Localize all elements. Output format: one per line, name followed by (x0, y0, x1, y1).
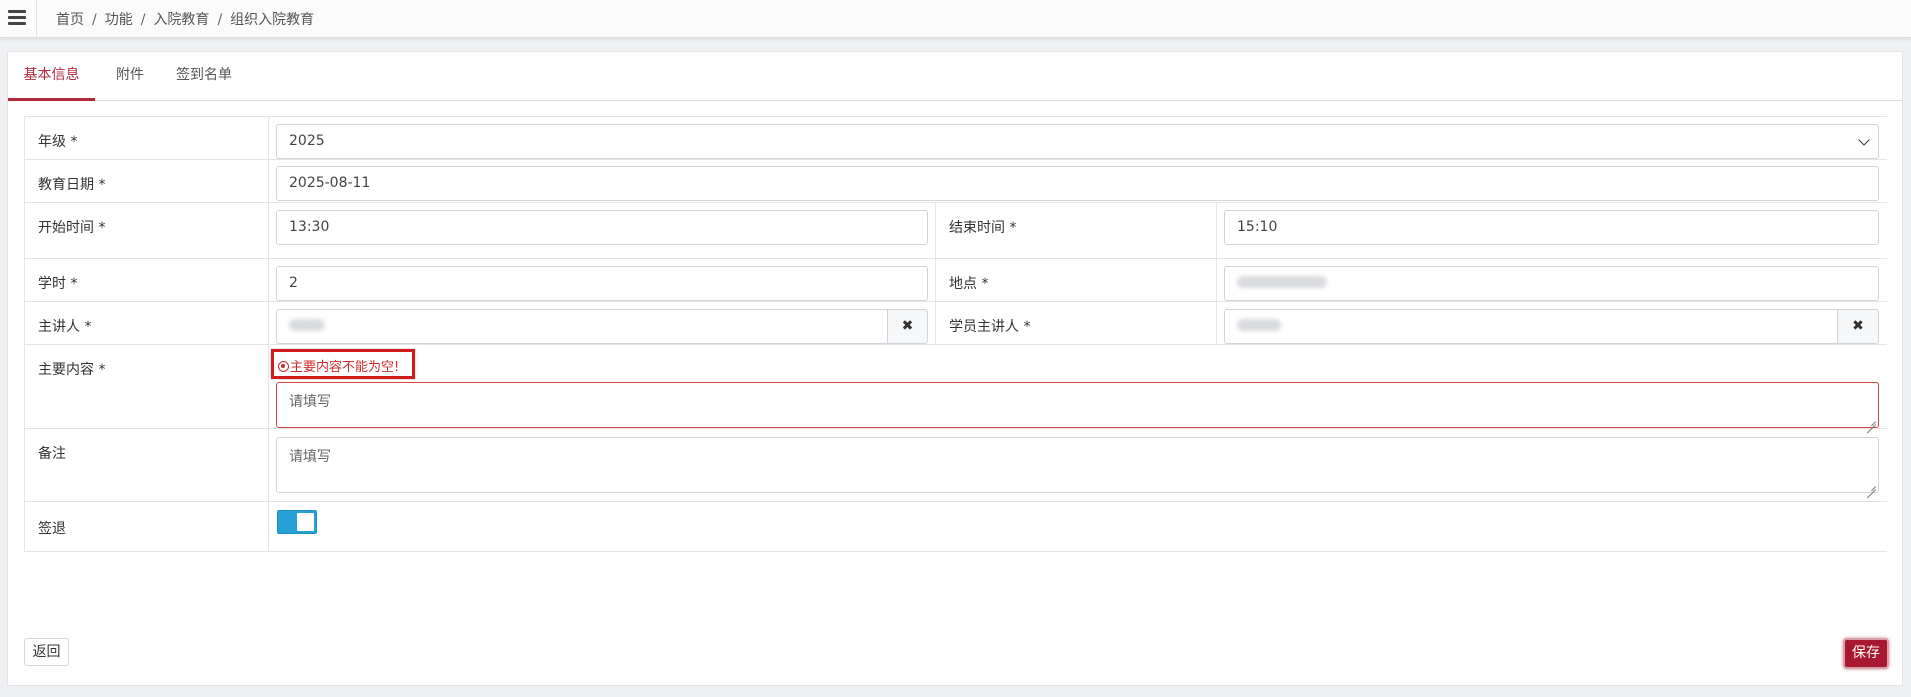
end-time-label: 结束时间 * (949, 220, 1017, 236)
main-content-placeholder: 请填写 (289, 394, 331, 410)
main-content-error-text: 主要内容不能为空! (290, 360, 400, 375)
hamburger-menu-icon[interactable] (8, 7, 26, 29)
save-button[interactable]: 保存 (1843, 638, 1889, 669)
edu-date-input[interactable]: 2025-08-11 (276, 166, 1879, 201)
grade-select[interactable]: 2025 (276, 124, 1879, 159)
form-row-sign-out: 签退 (25, 502, 1887, 552)
form-row-speakers: 主讲人 * ✖ 学员主讲人 * ✖ (25, 302, 1887, 345)
form-row-hours-location: 学时 * 2 地点 * (25, 259, 1887, 302)
breadcrumb-home[interactable]: 首页 (56, 12, 84, 28)
location-redacted-value (1237, 276, 1327, 288)
main-content-error-message: 主要内容不能为空! (271, 349, 415, 379)
breadcrumb-current: 组织入院教育 (230, 12, 315, 28)
main-content-textarea[interactable]: 请填写 (276, 382, 1879, 428)
form-card: 基本信息 附件 签到名单 年级 * 2025 教育日期 * 2025-08-11 (7, 51, 1903, 686)
location-label: 地点 * (949, 276, 989, 292)
breadcrumb-function[interactable]: 功能 (105, 12, 133, 28)
grade-value: 2025 (289, 133, 325, 149)
student-speaker-label: 学员主讲人 * (949, 319, 1031, 335)
edu-date-label: 教育日期 * (38, 177, 106, 193)
sign-out-toggle[interactable] (277, 510, 317, 534)
error-circle-icon (278, 361, 289, 372)
breadcrumb: 首页 / 功能 / 入院教育 / 组织入院教育 (56, 9, 314, 29)
student-speaker-clear-button[interactable]: ✖ (1838, 309, 1879, 344)
remark-label: 备注 (38, 446, 66, 462)
grade-label: 年级 * (38, 134, 78, 150)
form-table: 年级 * 2025 教育日期 * 2025-08-11 开始时间 * 13:30 (24, 116, 1887, 552)
tab-sign-in-list[interactable]: 签到名单 (166, 52, 242, 101)
chevron-down-icon (1858, 134, 1870, 146)
end-time-value: 15:10 (1237, 219, 1278, 235)
end-time-input[interactable]: 15:10 (1224, 210, 1879, 245)
location-input[interactable] (1224, 266, 1879, 301)
form-row-edu-date: 教育日期 * 2025-08-11 (25, 160, 1887, 203)
remark-textarea[interactable]: 请填写 (276, 437, 1879, 493)
form-row-remark: 备注 请填写 (25, 429, 1887, 502)
breadcrumb-separator: / (92, 12, 97, 28)
menu-divider (36, 0, 37, 38)
breadcrumb-separator: / (140, 12, 146, 28)
close-icon: ✖ (1852, 318, 1864, 334)
student-speaker-redacted-value (1237, 319, 1281, 331)
tab-bar: 基本信息 附件 签到名单 (8, 52, 1902, 101)
edu-date-value: 2025-08-11 (289, 175, 371, 191)
main-content-label: 主要内容 * (38, 362, 106, 378)
top-bar: 首页 / 功能 / 入院教育 / 组织入院教育 (0, 0, 1911, 38)
toggle-knob (297, 513, 314, 531)
remark-placeholder: 请填写 (289, 449, 331, 465)
back-button[interactable]: 返回 (24, 638, 69, 666)
sign-out-label: 签退 (38, 521, 66, 537)
form-row-time: 开始时间 * 13:30 结束时间 * 15:10 (25, 203, 1887, 259)
resize-handle-icon[interactable] (1866, 480, 1876, 490)
tab-attachments[interactable]: 附件 (108, 52, 152, 101)
breadcrumb-admission-education[interactable]: 入院教育 (153, 12, 209, 28)
student-speaker-input[interactable] (1224, 309, 1838, 344)
form-row-main-content: 主要内容 * 主要内容不能为空! 请填写 (25, 345, 1887, 429)
breadcrumb-separator: / (217, 12, 223, 28)
form-row-grade: 年级 * 2025 (25, 117, 1887, 160)
tab-basic-info[interactable]: 基本信息 (8, 52, 95, 101)
resize-handle-icon[interactable] (1866, 415, 1876, 425)
